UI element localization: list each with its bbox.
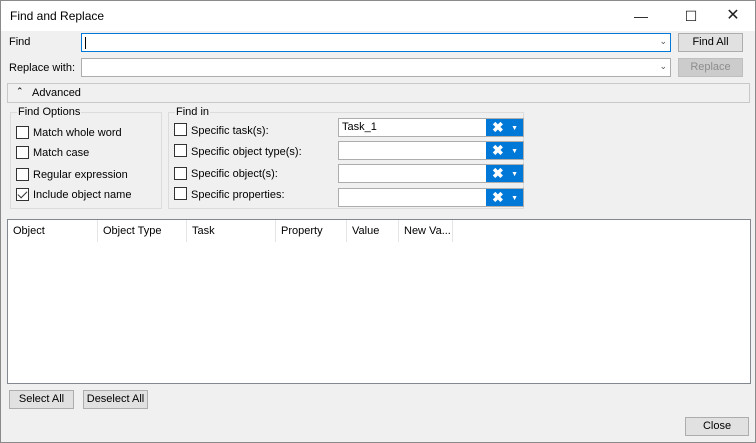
find-all-button[interactable]: Find All — [678, 33, 743, 52]
maximize-icon[interactable]: ☐ — [669, 1, 713, 31]
clear-dropdown-button[interactable]: ✖ ▼ — [486, 189, 523, 206]
regular-expression-checkbox[interactable] — [16, 168, 29, 181]
specific-objects-checkbox[interactable] — [174, 167, 187, 180]
specific-properties-label: Specific properties: — [191, 189, 285, 201]
specific-tasks-checkbox[interactable] — [174, 123, 187, 136]
close-icon[interactable]: ✕ — [711, 1, 755, 31]
chevron-down-icon: ▼ — [511, 195, 518, 202]
clear-icon: ✖ — [492, 189, 504, 205]
column-header-object-type[interactable]: Object Type — [98, 220, 187, 242]
include-object-name-label: Include object name — [33, 189, 132, 201]
clear-icon: ✖ — [492, 165, 504, 181]
specific-tasks-combo[interactable]: Task_1 ✖ ▼ — [338, 118, 524, 137]
advanced-label: Advanced — [32, 87, 81, 99]
clear-icon: ✖ — [492, 119, 504, 135]
replace-button[interactable]: Replace — [678, 58, 743, 77]
regular-expression-label: Regular expression — [33, 169, 128, 181]
window-title: Find and Replace — [10, 9, 105, 23]
text-caret — [85, 37, 86, 49]
results-list[interactable]: Object Object Type Task Property Value N… — [7, 219, 751, 384]
match-whole-word-label: Match whole word — [33, 127, 122, 139]
specific-tasks-label: Specific task(s): — [191, 125, 269, 137]
specific-objects-label: Specific object(s): — [191, 168, 278, 180]
combo-value: Task_1 — [342, 121, 377, 133]
clear-dropdown-button[interactable]: ✖ ▼ — [486, 119, 523, 136]
minimize-icon[interactable]: — — [619, 1, 663, 31]
column-header-new-value[interactable]: New Va... — [399, 220, 453, 242]
specific-objects-combo[interactable]: ✖ ▼ — [338, 164, 524, 183]
title-bar: Find and Replace — ☐ ✕ — [1, 1, 755, 31]
specific-properties-combo[interactable]: ✖ ▼ — [338, 188, 524, 207]
match-case-checkbox[interactable] — [16, 146, 29, 159]
replace-input[interactable]: ⌄ — [81, 58, 671, 77]
specific-object-types-label: Specific object type(s): — [191, 146, 302, 158]
find-replace-dialog: Find and Replace — ☐ ✕ Find ⌄ Find All R… — [0, 0, 756, 443]
chevron-down-icon[interactable]: ⌄ — [659, 61, 667, 72]
clear-dropdown-button[interactable]: ✖ ▼ — [486, 142, 523, 159]
column-header-task[interactable]: Task — [187, 220, 276, 242]
specific-properties-checkbox[interactable] — [174, 187, 187, 200]
deselect-all-button[interactable]: Deselect All — [83, 390, 148, 409]
chevron-down-icon: ▼ — [511, 148, 518, 155]
close-button[interactable]: Close — [685, 417, 749, 436]
find-options-title: Find Options — [17, 106, 82, 118]
specific-object-types-checkbox[interactable] — [174, 144, 187, 157]
clear-dropdown-button[interactable]: ✖ ▼ — [486, 165, 523, 182]
match-case-label: Match case — [33, 147, 90, 159]
clear-icon: ✖ — [492, 142, 504, 158]
chevron-down-icon[interactable]: ⌄ — [659, 36, 667, 47]
include-object-name-checkbox[interactable] — [16, 188, 29, 201]
select-all-button[interactable]: Select All — [9, 390, 74, 409]
column-header-property[interactable]: Property — [276, 220, 347, 242]
column-header-value[interactable]: Value — [347, 220, 399, 242]
specific-object-types-combo[interactable]: ✖ ▼ — [338, 141, 524, 160]
find-label: Find — [9, 36, 31, 48]
find-in-title: Find in — [175, 106, 211, 118]
column-header-object[interactable]: Object — [8, 220, 98, 242]
find-input[interactable]: ⌄ — [81, 33, 671, 52]
match-whole-word-checkbox[interactable] — [16, 126, 29, 139]
chevron-down-icon: ▼ — [511, 171, 518, 178]
double-chevron-up-icon: ⌃ — [16, 86, 24, 96]
replace-label: Replace with: — [9, 62, 76, 74]
advanced-toggle[interactable]: ⌃ Advanced — [7, 83, 750, 103]
chevron-down-icon: ▼ — [511, 125, 518, 132]
